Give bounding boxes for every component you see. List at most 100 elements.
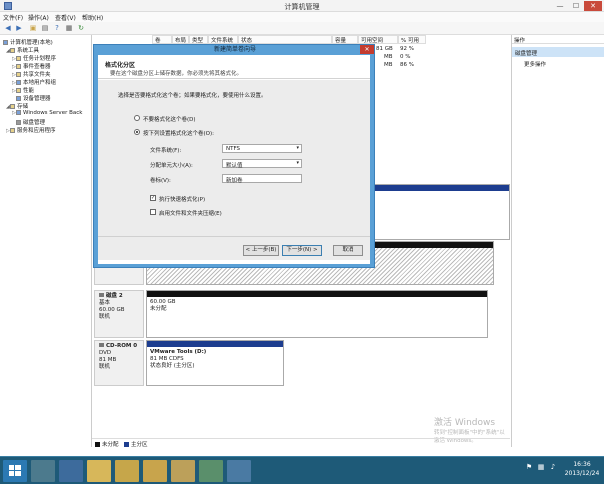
- menu-help[interactable]: 帮助(H): [82, 13, 103, 22]
- minimize-button[interactable]: —: [552, 1, 568, 11]
- storage-icon: [10, 104, 15, 109]
- column-header-status[interactable]: 状态: [238, 35, 332, 44]
- allocation-unit-value: 默认值: [226, 163, 243, 169]
- tree-item-device-manager[interactable]: 设备管理器: [16, 94, 51, 102]
- radio-format[interactable]: [134, 129, 140, 135]
- disk-info[interactable]: CD-ROM 0 DVD 81 MB 联机: [94, 340, 144, 386]
- navigation-tree: 计算机管理(本地) ◢ 系统工具 ▷ 任务计划程序 ▷ 事件查看器 ▷ 共享文件夹 ▷ 本…: [0, 35, 92, 447]
- volume-percent-free: 0 %: [400, 54, 411, 60]
- dialog-body: 选择是否要格式化这个卷；如果要格式化，要使用什么设置。 不要格式化这个卷(D) …: [98, 80, 370, 260]
- column-header-type[interactable]: 类型: [189, 35, 208, 44]
- column-header-percent-free[interactable]: % 可用: [398, 35, 426, 44]
- computer-icon: [3, 40, 8, 45]
- actions-pane: 操作 磁盘管理 更多操作: [511, 35, 604, 447]
- properties-icon[interactable]: ▦: [64, 24, 74, 33]
- tree-label: 服务和应用程序: [17, 128, 56, 134]
- tree-item-task-scheduler[interactable]: ▷ 任务计划程序: [12, 54, 56, 62]
- allocation-unit-select[interactable]: 默认值 ▾: [222, 159, 302, 169]
- volume-label-label: 卷标(V):: [150, 178, 171, 184]
- dialog-close-button[interactable]: ✕: [360, 45, 374, 54]
- forward-arrow-icon[interactable]: ▶: [14, 24, 24, 33]
- tree-item-root[interactable]: 计算机管理(本地): [3, 38, 53, 46]
- filesystem-value: NTFS: [226, 146, 241, 152]
- column-header-layout[interactable]: 布局: [172, 35, 189, 44]
- legend-label: 未分配: [102, 442, 119, 448]
- dialog-subheading: 要在这个磁盘分区上储存数据，你必须先将其格式化。: [110, 71, 243, 77]
- quick-format-label: 执行快速格式化(P): [159, 197, 206, 203]
- volume-label-input[interactable]: 新加卷: [222, 174, 302, 184]
- maximize-button[interactable]: ☐: [568, 1, 584, 11]
- back-arrow-icon[interactable]: ◀: [3, 24, 13, 33]
- next-button[interactable]: 下一步(N) >: [282, 245, 322, 256]
- filesystem-select[interactable]: NTFS ▾: [222, 144, 302, 153]
- tree-item-shared-folders[interactable]: ▷ 共享文件夹: [12, 70, 51, 78]
- network-app-taskbar-icon[interactable]: [199, 460, 223, 482]
- close-button[interactable]: ✕: [584, 1, 602, 11]
- volume-icon[interactable]: ♪: [549, 463, 557, 471]
- tree-item-disk-management[interactable]: 磁盘管理: [16, 118, 45, 126]
- file-explorer-taskbar-icon[interactable]: [87, 460, 111, 482]
- cancel-button[interactable]: 取消: [333, 245, 363, 256]
- tree-item-system-tools[interactable]: ◢ 系统工具: [6, 46, 39, 54]
- volume-free-space: MB: [384, 54, 393, 60]
- refresh-icon[interactable]: ↻: [76, 24, 86, 33]
- column-header-volume[interactable]: 卷: [152, 35, 172, 44]
- server-manager-taskbar-icon[interactable]: [31, 460, 55, 482]
- tree-item-event-viewer[interactable]: ▷ 事件查看器: [12, 62, 51, 70]
- unallocated-partition[interactable]: 60.00 GB 未分配: [146, 290, 488, 338]
- app-taskbar-icon[interactable]: [143, 460, 167, 482]
- network-icon[interactable]: ▦: [537, 463, 545, 471]
- help-icon[interactable]: ?: [52, 24, 62, 33]
- up-folder-icon[interactable]: ▣: [28, 24, 38, 33]
- event-viewer-icon: [16, 64, 21, 69]
- primary-partition[interactable]: VMware Tools (D:) 81 MB CDFS 状态良好 (主分区): [146, 340, 284, 386]
- toolbar: ◀ ▶ ▣ ▤ ? ▦ ↻: [0, 22, 604, 35]
- backup-icon: [16, 110, 21, 115]
- notification-flag-icon[interactable]: ⚑: [525, 463, 533, 471]
- disk-type: 基本: [99, 300, 111, 306]
- services-icon: [10, 128, 15, 133]
- dialog-heading: 格式化分区: [105, 62, 136, 69]
- computer-management-taskbar-icon[interactable]: [227, 460, 251, 482]
- partition-status: 状态良好 (主分区): [150, 363, 195, 369]
- tree-item-windows-backup[interactable]: ▷ Windows Server Back: [12, 110, 82, 116]
- shared-folder-icon: [16, 72, 21, 77]
- disk-info[interactable]: 磁盘 2 基本 60.00 GB 联机: [94, 290, 144, 338]
- column-header-capacity[interactable]: 容量: [332, 35, 358, 44]
- tree-item-storage[interactable]: ◢ 存储: [6, 102, 28, 110]
- more-actions-link[interactable]: 更多操作: [524, 60, 546, 68]
- show-tree-icon[interactable]: ▤: [40, 24, 50, 33]
- column-header-free-space[interactable]: 可用空间: [358, 35, 398, 44]
- back-button[interactable]: < 上一步(B): [243, 245, 279, 256]
- legend-unallocated: 未分配: [95, 440, 119, 448]
- menu-view[interactable]: 查看(V): [55, 13, 76, 22]
- windows-logo-icon: [9, 465, 21, 476]
- tree-item-services[interactable]: ▷ 服务和应用程序: [6, 126, 56, 134]
- menu-file[interactable]: 文件(F): [3, 13, 23, 22]
- partition-name: VMware Tools (D:): [150, 349, 207, 355]
- dialog-header: 格式化分区 要在这个磁盘分区上储存数据，你必须先将其格式化。: [98, 55, 370, 79]
- disk-name: CD-ROM 0: [106, 343, 138, 349]
- app-taskbar-icon[interactable]: [115, 460, 139, 482]
- tree-item-local-users[interactable]: ▷ 本地用户和组: [12, 78, 56, 86]
- compression-checkbox[interactable]: [150, 209, 156, 215]
- app-taskbar-icon[interactable]: [171, 460, 195, 482]
- quick-format-checkbox[interactable]: ✓: [150, 195, 156, 201]
- compression-label: 启用文件和文件夹压缩(E): [159, 211, 222, 217]
- device-manager-icon: [16, 96, 21, 101]
- activation-watermark-title: 激活 Windows: [434, 418, 496, 428]
- partition-size: 81 MB CDFS: [150, 356, 184, 362]
- menu-bar: 文件(F) 操作(A) 查看(V) 帮助(H): [0, 12, 604, 22]
- chevron-down-icon: ▾: [296, 160, 299, 166]
- actions-disk-management[interactable]: 磁盘管理: [512, 47, 604, 57]
- start-button[interactable]: [3, 460, 27, 482]
- taskbar-clock[interactable]: 16:36 2013/12/24: [563, 460, 601, 478]
- radio-no-format[interactable]: [134, 115, 140, 121]
- clock-icon: [16, 56, 21, 61]
- column-header-filesystem[interactable]: 文件系统: [208, 35, 238, 44]
- powershell-taskbar-icon[interactable]: [59, 460, 83, 482]
- users-icon: [16, 80, 21, 85]
- tree-item-performance[interactable]: ▷ 性能: [12, 86, 34, 94]
- legend-swatch: [124, 442, 129, 447]
- menu-action[interactable]: 操作(A): [28, 13, 49, 22]
